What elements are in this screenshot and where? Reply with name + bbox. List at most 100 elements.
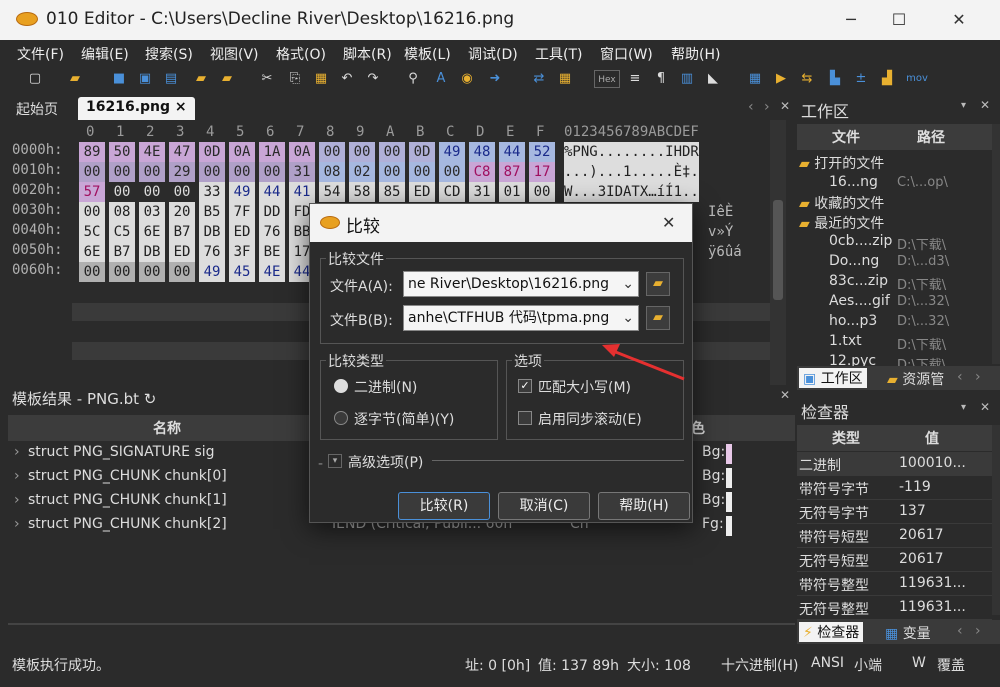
hex-byte[interactable]: 01 <box>499 182 525 202</box>
hex-ascii[interactable]: IêÈ <box>708 202 733 222</box>
binary-radio[interactable] <box>334 379 348 393</box>
hex-byte[interactable]: 00 <box>79 162 105 182</box>
hex-byte[interactable]: 00 <box>319 142 345 162</box>
hex-byte[interactable]: 08 <box>319 162 345 182</box>
scroll-left-icon[interactable]: ‹ <box>957 623 963 639</box>
hex-byte[interactable]: 00 <box>229 162 255 182</box>
scroll-right-icon[interactable]: › <box>975 369 981 385</box>
hex-byte[interactable]: 00 <box>199 162 225 182</box>
hex-byte[interactable]: 57 <box>79 182 105 202</box>
recent-file-item[interactable]: 1.txt <box>829 333 862 349</box>
hex-byte[interactable]: C5 <box>109 222 135 242</box>
status-endian[interactable]: 小端 <box>854 655 882 675</box>
open-file-item[interactable]: 16...ng <box>829 174 878 190</box>
hex-byte[interactable]: 44 <box>259 182 285 202</box>
inspector-row[interactable]: 无符号短型 20617 <box>797 548 992 572</box>
tab-scroll-left-icon[interactable]: ‹ <box>748 99 754 115</box>
status-overwrite[interactable]: 覆盖 <box>937 655 965 675</box>
chart-icon[interactable]: ▟ <box>878 70 896 88</box>
calculator-icon[interactable]: ▦ <box>556 70 574 88</box>
hex-byte[interactable]: BE <box>259 242 285 262</box>
file-b-combo[interactable]: anhe\CTFHUB 代码\tpma.png ⌄ <box>403 305 639 331</box>
tab-workspace[interactable]: ▣ 工作区 <box>799 368 867 388</box>
hex-byte[interactable]: 4E <box>139 142 165 162</box>
col-type-header[interactable]: 类型 <box>832 428 860 448</box>
recent-group[interactable]: ▰ 最近的文件 <box>799 213 884 233</box>
hex-byte[interactable]: DB <box>139 242 165 262</box>
workspace-scrollbar[interactable] <box>992 124 1000 364</box>
hex-ascii[interactable]: v»Ý <box>708 222 733 242</box>
hex-byte[interactable]: 00 <box>379 142 405 162</box>
file-a-combo[interactable]: ne River\Desktop\16216.png ⌄ <box>403 271 639 297</box>
hex-byte[interactable]: 0A <box>289 142 315 162</box>
inspector-row[interactable]: 无符号整型 119631... <box>797 596 992 620</box>
help-button[interactable]: 帮助(H) <box>598 492 690 520</box>
hex-byte[interactable]: 44 <box>499 142 525 162</box>
script-icon[interactable]: ⇆ <box>798 70 816 88</box>
hex-byte[interactable]: ED <box>409 182 435 202</box>
save-all-icon[interactable]: ▤ <box>162 70 180 88</box>
hex-mode-icon[interactable]: Hex <box>594 70 620 88</box>
favorites-group[interactable]: ▰ 收藏的文件 <box>799 193 884 213</box>
hex-byte[interactable]: 00 <box>139 162 165 182</box>
hex-byte[interactable]: 00 <box>169 262 195 282</box>
pilcrow-icon[interactable]: ¶ <box>652 70 670 88</box>
tab-scroll-right-icon[interactable]: › <box>764 99 770 115</box>
status-mode[interactable]: 十六进制(H) <box>721 655 798 675</box>
scroll-left-icon[interactable]: ‹ <box>957 369 963 385</box>
hex-byte[interactable]: 4E <box>259 262 285 282</box>
find-icon[interactable]: ⚲ <box>404 70 422 88</box>
recent-file-item[interactable]: Do...ng <box>829 253 879 269</box>
hex-byte[interactable]: 6E <box>139 222 165 242</box>
hex-byte[interactable]: 6E <box>79 242 105 262</box>
hex-byte[interactable]: 41 <box>289 182 315 202</box>
hex-ascii[interactable]: ...)...1.....È‡. <box>564 162 699 182</box>
hex-scrollbar[interactable] <box>770 120 786 385</box>
inspector-row[interactable]: 带符号整型 119631... <box>797 572 992 596</box>
template-close-icon[interactable]: ✕ <box>780 388 790 402</box>
tab-start-page[interactable]: 起始页 <box>8 97 66 120</box>
workspace-close-icon[interactable]: ✕ <box>980 98 990 112</box>
menu-search[interactable]: 搜索(S) <box>145 44 193 64</box>
inspector-scrollbar[interactable] <box>992 425 1000 615</box>
checksum-icon[interactable]: ± <box>852 70 870 88</box>
hex-byte[interactable]: 31 <box>289 162 315 182</box>
bytewise-label[interactable]: 逐字节(简单)(Y) <box>354 409 454 429</box>
copy-icon[interactable]: ⎘ <box>286 70 304 88</box>
save-as-icon[interactable]: ▣ <box>136 70 154 88</box>
hex-byte[interactable]: 48 <box>469 142 495 162</box>
undo-icon[interactable]: ↶ <box>338 70 356 88</box>
hex-byte[interactable]: 7F <box>229 202 255 222</box>
compare-button[interactable]: 比较(R) <box>398 492 490 520</box>
hex-byte[interactable]: 1A <box>259 142 285 162</box>
menu-window[interactable]: 窗口(W) <box>600 44 653 64</box>
hex-byte[interactable]: ED <box>229 222 255 242</box>
advanced-options-label[interactable]: 高级选项(P) <box>348 452 423 472</box>
inspector-dropdown-icon[interactable]: ▾ <box>961 402 966 413</box>
hex-byte[interactable]: 0D <box>199 142 225 162</box>
minimize-button[interactable]: ─ <box>836 8 866 32</box>
tab-close-panel-icon[interactable]: ✕ <box>780 99 790 113</box>
col-file-header[interactable]: 文件 <box>832 127 860 147</box>
menu-edit[interactable]: 编辑(E) <box>81 44 129 64</box>
hex-byte[interactable]: 45 <box>229 262 255 282</box>
match-case-checkbox[interactable]: ✓ <box>518 379 532 393</box>
hex-byte[interactable]: 29 <box>169 162 195 182</box>
hex-byte[interactable]: 76 <box>259 222 285 242</box>
hex-byte[interactable]: 02 <box>349 162 375 182</box>
hex-byte[interactable]: 49 <box>199 262 225 282</box>
menu-file[interactable]: 文件(F) <box>17 44 64 64</box>
hex-byte[interactable]: 00 <box>109 162 135 182</box>
inspector-row[interactable]: 无符号字节 137 <box>797 500 992 524</box>
sync-scroll-checkbox[interactable] <box>518 411 532 425</box>
hex-byte[interactable]: 00 <box>379 162 405 182</box>
tab-resources[interactable]: ▰ 资源管 <box>887 369 944 389</box>
hex-byte[interactable]: 00 <box>169 182 195 202</box>
close-window-button[interactable]: ✕ <box>944 8 974 32</box>
bytewise-radio[interactable] <box>334 411 348 425</box>
hex-byte[interactable]: 03 <box>139 202 165 222</box>
hex-byte[interactable]: 00 <box>139 182 165 202</box>
inspector-row[interactable]: 带符号字节 -119 <box>797 476 992 500</box>
tab-close-icon[interactable]: × <box>175 99 187 115</box>
hex-byte[interactable]: 00 <box>139 262 165 282</box>
